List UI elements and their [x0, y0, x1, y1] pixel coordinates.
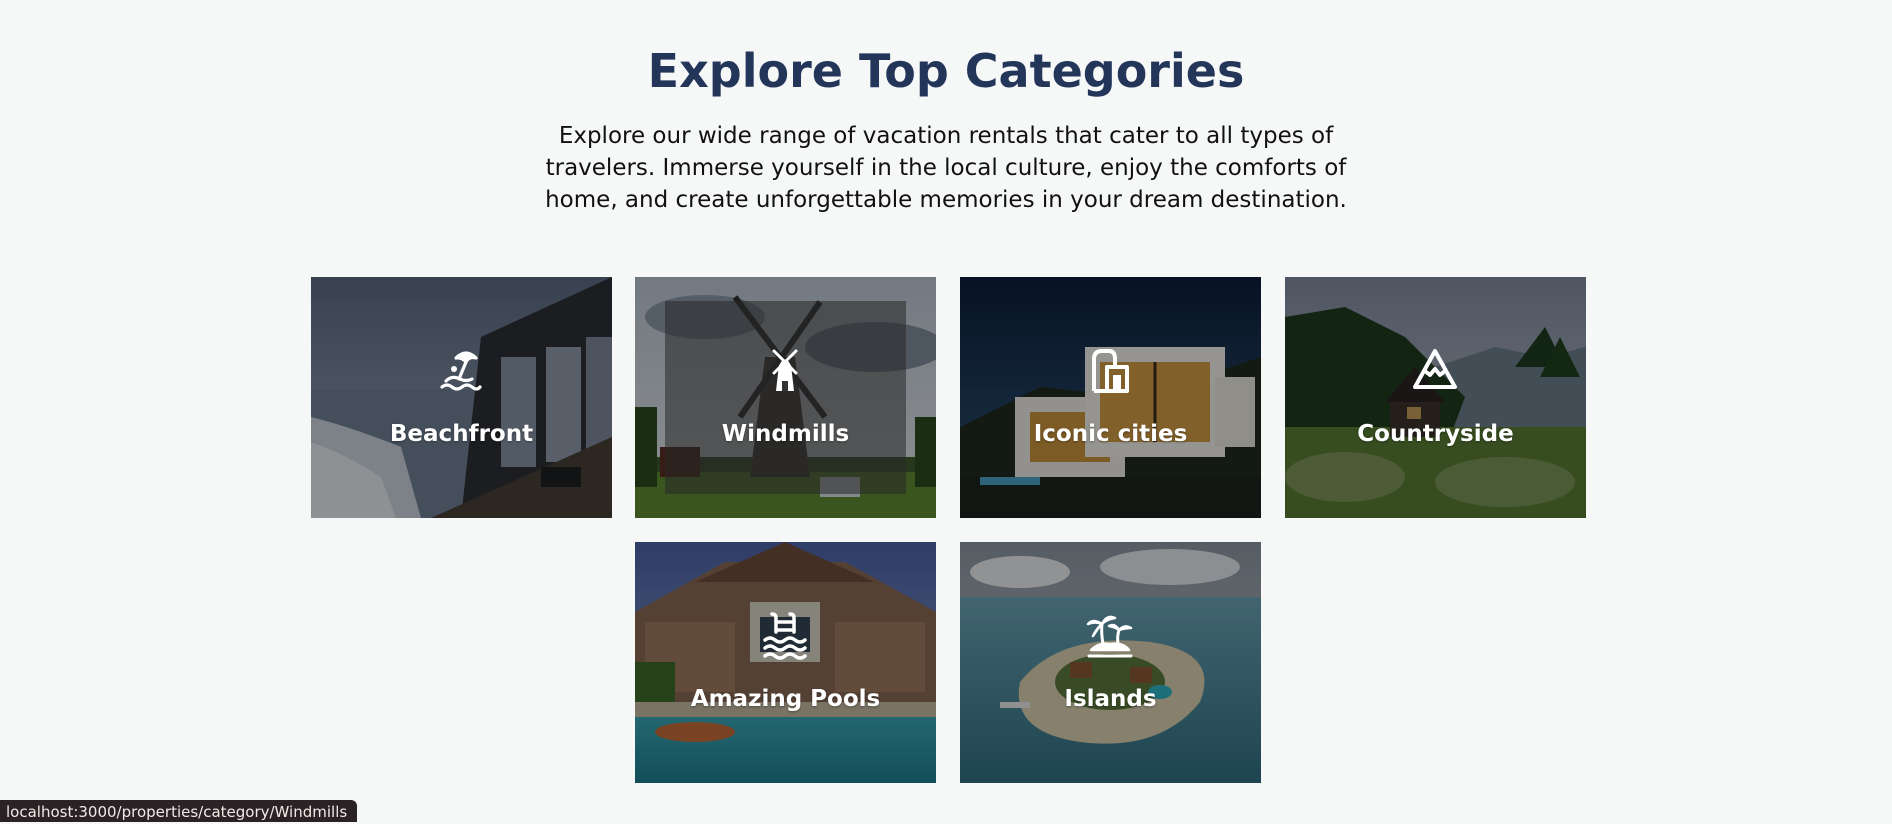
category-label: Amazing Pools: [690, 686, 881, 712]
category-card-islands[interactable]: Islands: [960, 542, 1261, 783]
windmill-icon: [760, 345, 810, 395]
card-overlay: [960, 542, 1261, 783]
beach-umbrella-icon: [436, 345, 486, 395]
card-overlay: [1285, 277, 1586, 518]
card-overlay: [960, 277, 1261, 518]
category-label: Iconic cities: [1033, 421, 1188, 447]
category-card-beachfront[interactable]: Beachfront: [311, 277, 612, 518]
status-bar-url: localhost:3000/properties/category/Windm…: [0, 800, 358, 822]
card-overlay: [311, 277, 612, 518]
category-card-windmills[interactable]: Windmills: [635, 277, 936, 518]
card-overlay: [635, 542, 936, 783]
category-label: Countryside: [1357, 421, 1514, 447]
mountain-icon: [1410, 345, 1460, 395]
palm-island-icon: [1085, 610, 1135, 660]
page-title: Explore Top Categories: [647, 44, 1245, 98]
page-subtitle: Explore our wide range of vacation renta…: [545, 123, 1347, 213]
category-label: Beachfront: [389, 421, 534, 447]
city-building-icon: [1085, 345, 1135, 395]
pool-ladder-icon: [760, 610, 810, 660]
category-card-amazing-pools[interactable]: Amazing Pools: [635, 542, 936, 783]
category-label: Islands: [1064, 686, 1157, 712]
category-label: Windmills: [721, 421, 850, 447]
category-card-iconic-cities[interactable]: Iconic cities: [960, 277, 1261, 518]
hover-overlay: [665, 301, 906, 494]
category-card-countryside[interactable]: Countryside: [1285, 277, 1586, 518]
